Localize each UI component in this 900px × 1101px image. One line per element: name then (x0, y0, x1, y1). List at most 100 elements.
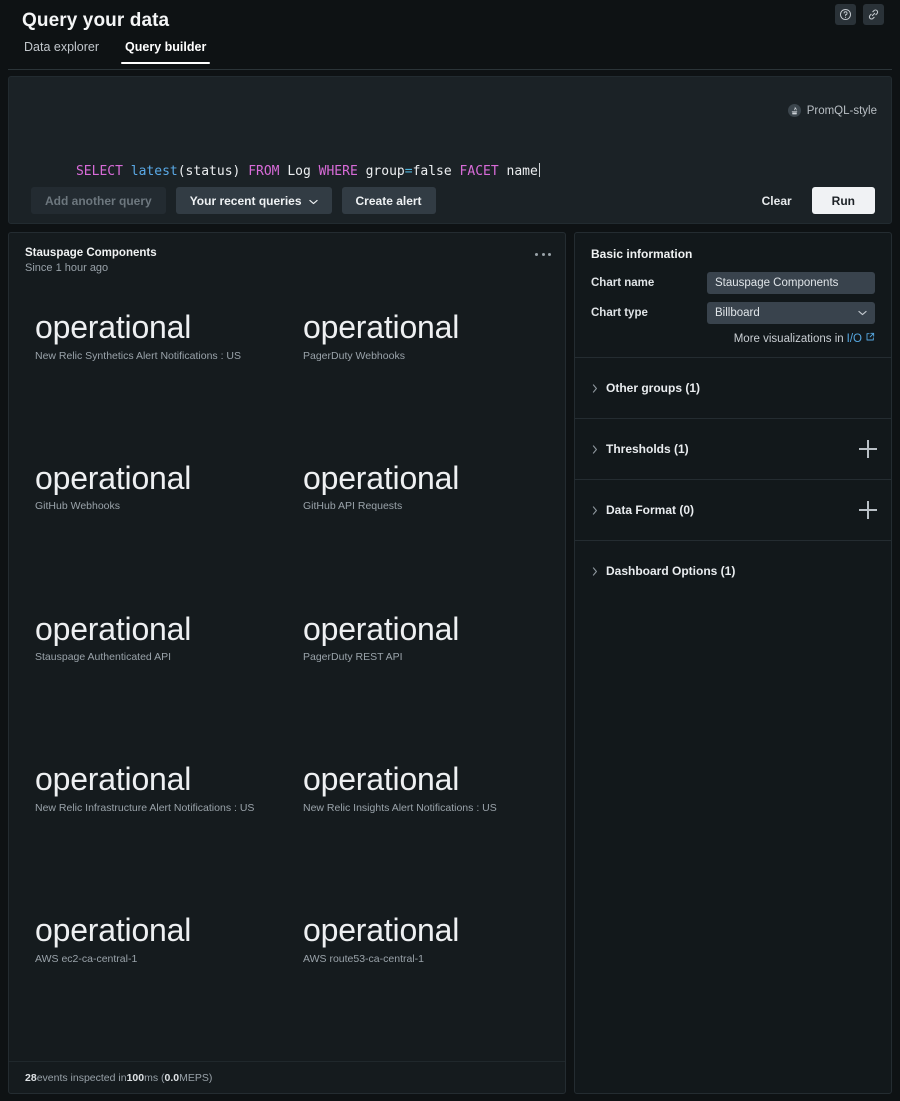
billboard-label: New Relic Insights Alert Notifications :… (303, 801, 497, 814)
billboard-tile[interactable]: operational New Relic Insights Alert Not… (287, 751, 555, 902)
billboard-label: Stauspage Authenticated API (35, 651, 172, 664)
billboard-tile[interactable]: operational PagerDuty Webhooks (287, 299, 555, 450)
billboard-tile[interactable]: operational Stauspage Authenticated API (19, 601, 287, 752)
duration-unit: ms ( (144, 1071, 165, 1084)
query-token: FACET (459, 164, 499, 179)
billboard-tile[interactable]: operational New Relic Infrastructure Ale… (19, 751, 287, 902)
help-circle-icon[interactable] (835, 4, 856, 25)
chart-type-value: Billboard (715, 307, 760, 319)
more-visualizations-text: More visualizations in (733, 332, 844, 345)
billboard-tile[interactable]: operational AWS route53-ca-central-1 (287, 902, 555, 1053)
chevron-right-icon (587, 444, 603, 454)
billboard-value: operational (303, 914, 460, 948)
query-token: (status) (177, 164, 249, 179)
chevron-right-icon (587, 566, 603, 576)
chart-header: Stauspage Components Since 1 hour ago (9, 233, 565, 274)
chart-name-row: Chart name Stauspage Components (591, 272, 875, 294)
other-groups-header[interactable]: Other groups (1) (575, 358, 891, 418)
query-panel: PromQL-style SELECT latest(status) FROM … (8, 76, 892, 224)
billboard-tile[interactable]: operational GitHub Webhooks (19, 450, 287, 601)
query-token: latest (130, 164, 178, 179)
billboard-tile[interactable]: operational PagerDuty REST API (287, 601, 555, 752)
billboard-label: AWS ec2-ca-central-1 (35, 952, 138, 965)
billboard-tile[interactable]: operational GitHub API Requests (287, 450, 555, 601)
query-duration: 100 (126, 1071, 145, 1084)
add-threshold-icon[interactable] (859, 440, 877, 458)
app-root: Query your data Data explorer Query buil… (0, 0, 900, 1101)
chart-footer: 28 events inspected in 100 ms (0.0 MEPS) (9, 1061, 565, 1093)
data-format-header[interactable]: Data Format (0) (575, 480, 891, 540)
billboard-value: operational (35, 461, 192, 496)
more-visualizations-row: More visualizations in I/O (591, 332, 875, 345)
thresholds-label: Thresholds (1) (606, 442, 689, 456)
dashboard-options-header[interactable]: Dashboard Options (1) (575, 541, 891, 601)
billboard-value: operational (35, 763, 192, 797)
recent-queries-label: Your recent queries (189, 193, 302, 208)
dashboard-options-section: Dashboard Options (1) (575, 540, 891, 601)
billboard-label: New Relic Infrastructure Alert Notificat… (35, 801, 255, 814)
dashboard-options-label: Dashboard Options (1) (606, 564, 736, 578)
tab-bar: Data explorer Query builder (22, 40, 211, 64)
tab-data-explorer[interactable]: Data explorer (22, 40, 101, 64)
page-header: Query your data Data explorer Query buil… (0, 0, 900, 70)
data-format-label: Data Format (0) (606, 503, 695, 517)
prometheus-icon (787, 104, 801, 117)
page-title: Query your data (22, 10, 170, 31)
query-token: WHERE (318, 164, 358, 179)
events-count: 28 (25, 1071, 37, 1084)
billboard-label: New Relic Synthetics Alert Notifications… (35, 349, 241, 362)
promql-style-badge[interactable]: PromQL-style (787, 104, 877, 117)
billboard-label: GitHub Webhooks (35, 500, 121, 513)
run-button[interactable]: Run (811, 187, 875, 214)
query-action-bar: Add another query Your recent queries Cr… (31, 187, 436, 214)
io-link[interactable]: I/O (847, 333, 862, 345)
promql-style-label: PromQL-style (806, 104, 877, 117)
meps-value: 0.0 (164, 1071, 180, 1084)
chart-settings-panel: Basic information Chart name Stauspage C… (574, 232, 892, 1094)
events-text: events inspected in (36, 1071, 127, 1084)
billboard-tile[interactable]: operational New Relic Synthetics Alert N… (19, 299, 287, 450)
billboard-value: operational (303, 612, 460, 647)
thresholds-section: Thresholds (1) (575, 418, 891, 479)
text-caret (538, 163, 540, 177)
chevron-right-icon (587, 505, 603, 515)
other-groups-label: Other groups (1) (606, 381, 701, 395)
billboard-label: PagerDuty Webhooks (303, 349, 405, 362)
query-token (123, 164, 131, 179)
billboard-grid: operational New Relic Synthetics Alert N… (9, 299, 565, 1053)
query-token: SELECT (75, 164, 123, 179)
billboard-value: operational (303, 311, 460, 345)
query-token: name (498, 164, 538, 179)
external-link-icon (865, 332, 875, 345)
chart-type-select[interactable]: Billboard (707, 302, 875, 324)
thresholds-header[interactable]: Thresholds (1) (575, 419, 891, 479)
billboard-label: PagerDuty REST API (303, 651, 403, 664)
chevron-down-icon (858, 307, 867, 319)
billboard-tile[interactable]: operational AWS ec2-ca-central-1 (19, 902, 287, 1053)
billboard-value: operational (35, 612, 192, 647)
other-groups-section: Other groups (1) (575, 357, 891, 418)
create-alert-button[interactable]: Create alert (341, 187, 436, 214)
chart-type-label: Chart type (591, 307, 648, 319)
link-icon[interactable] (863, 4, 884, 25)
chart-time-range: Since 1 hour ago (25, 262, 109, 274)
add-another-query-button[interactable]: Add another query (31, 187, 166, 214)
kebab-menu-icon[interactable] (533, 247, 553, 261)
recent-queries-button[interactable]: Your recent queries (175, 187, 332, 214)
results-area: Stauspage Components Since 1 hour ago op… (8, 232, 892, 1094)
billboard-value: operational (303, 461, 460, 496)
billboard-value: operational (35, 914, 192, 948)
add-data-format-icon[interactable] (859, 501, 877, 519)
query-token: = (404, 164, 413, 179)
clear-button[interactable]: Clear (756, 187, 798, 214)
billboard-label: GitHub API Requests (303, 500, 403, 513)
chart-type-row: Chart type Billboard (591, 302, 875, 324)
billboard-value: operational (303, 763, 460, 797)
query-token: FROM (248, 164, 280, 179)
tab-query-builder[interactable]: Query builder (121, 40, 211, 64)
chart-name-input[interactable]: Stauspage Components (707, 272, 875, 294)
query-token: Log (279, 164, 319, 179)
query-token: false (412, 164, 460, 179)
header-actions (835, 4, 884, 25)
chart-name-label: Chart name (591, 277, 655, 289)
